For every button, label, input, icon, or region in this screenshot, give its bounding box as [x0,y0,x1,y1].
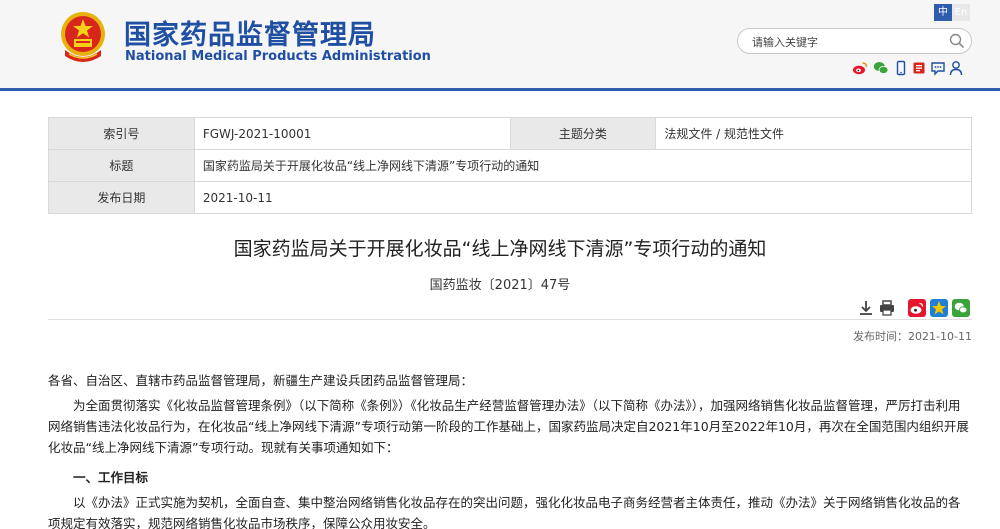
salutation: 各省、自治区、直辖市药品监督管理局，新疆生产建设兵团药品监督管理局： [48,373,474,388]
site-title-english[interactable]: National Medical Products Administration [125,49,431,64]
publish-divider [48,319,972,320]
search-input[interactable] [752,33,942,51]
index-number-value: FGWJ-2021-10001 [193,117,511,150]
section-heading: 一、工作目标 [73,470,149,485]
share-weibo-icon[interactable] [908,299,926,317]
search-icon[interactable] [949,33,965,49]
title-label: 标题 [48,149,195,182]
paragraph-intro: 为全面贯彻落实《化妆品监督管理条例》（以下简称《条例》）《化妆品生产经营监督管理… [48,398,969,455]
title-value: 国家药监局关于开展化妆品“线上净网线下清源”专项行动的通知 [193,149,973,182]
document-number: 国药监妆〔2021〕47号 [429,278,571,293]
table-row: 发布日期 2021-10-11 [48,181,973,214]
document-info-table: 索引号 FGWJ-2021-10001 主题分类 法规文件 / 规范性文件 标题… [48,117,973,214]
weibo-icon[interactable] [852,60,868,76]
mail-icon[interactable] [911,60,927,76]
publish-time: 发布时间：2021-10-11 [853,330,972,343]
paragraph-goals: 以《办法》正式实施为契机，全面自查、集中整治网络销售化妆品存在的突出问题，强化化… [48,495,961,529]
download-icon[interactable] [857,299,875,317]
share-wechat-icon[interactable] [952,299,970,317]
header-divider [0,88,1000,91]
document-title: 国家药监局关于开展化妆品“线上净网线下清源”专项行动的通知 [233,238,767,260]
index-number-label: 索引号 [48,117,195,150]
publish-date-label: 发布日期 [48,181,195,214]
table-row: 标题 国家药监局关于开展化妆品“线上净网线下清源”专项行动的通知 [48,149,973,182]
wechat-icon[interactable] [873,60,889,76]
category-label: 主题分类 [509,117,657,150]
category-value: 法规文件 / 规范性文件 [655,117,972,150]
comment-icon[interactable] [930,60,946,76]
table-row: 索引号 FGWJ-2021-10001 主题分类 法规文件 / 规范性文件 [48,117,972,150]
search-box [737,28,972,54]
language-english-button[interactable]: En [952,4,970,21]
share-favorite-icon[interactable] [930,299,948,317]
language-chinese-button[interactable]: 中 [934,4,952,21]
user-icon[interactable] [948,60,964,76]
mobile-icon[interactable] [893,60,909,76]
publish-date-value: 2021-10-11 [193,181,973,214]
print-icon[interactable] [878,299,896,317]
national-emblem-icon[interactable] [57,10,109,66]
site-title-chinese[interactable]: 国家药品监督管理局 [124,13,376,52]
